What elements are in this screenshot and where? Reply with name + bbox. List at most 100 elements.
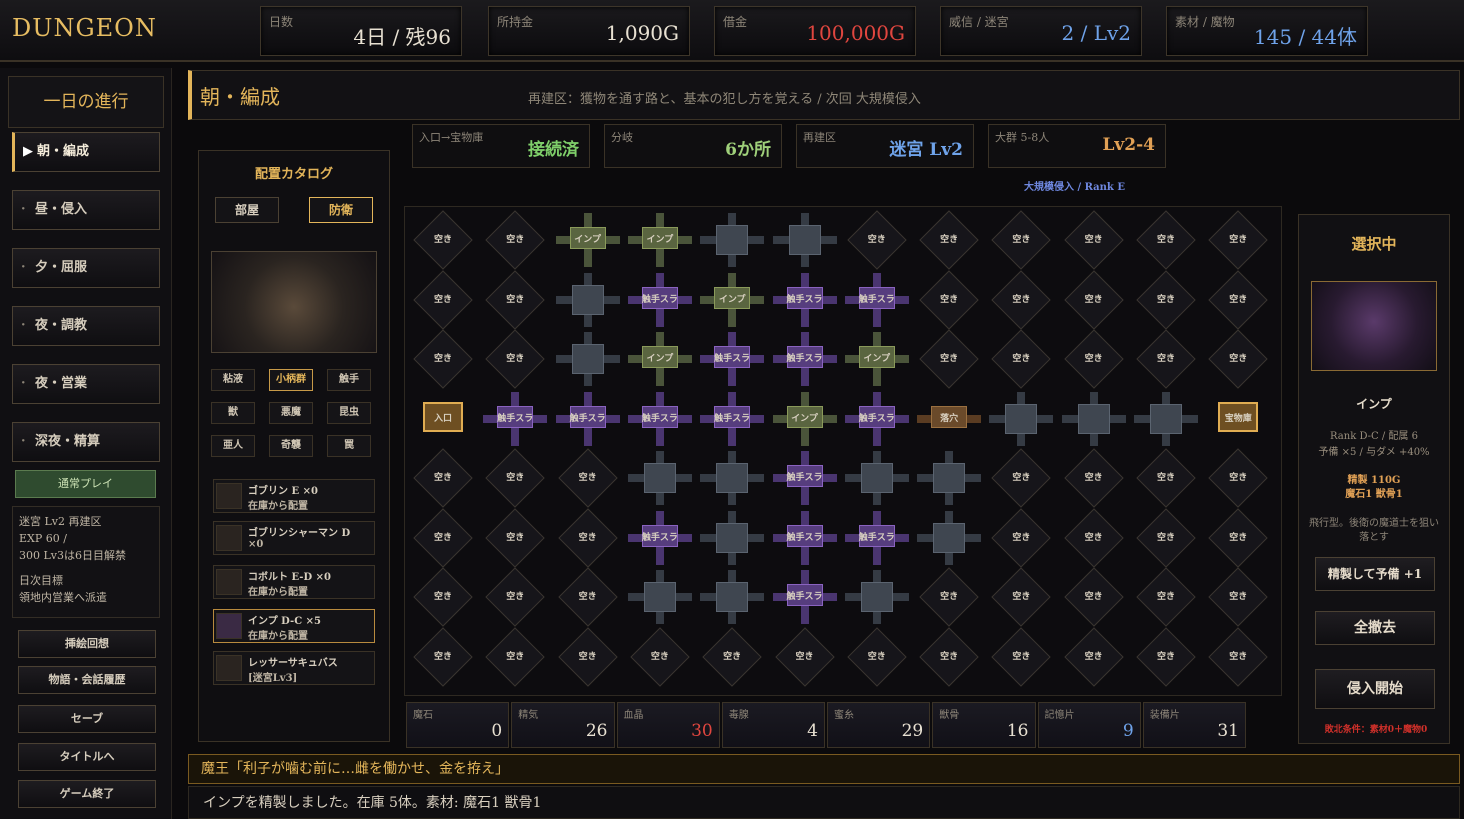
- grid-cell-empty[interactable]: 空き: [700, 626, 764, 687]
- grid-cell-empty[interactable]: 空き: [556, 448, 620, 508]
- filter-tentacle[interactable]: 触手: [327, 369, 371, 391]
- grid-cell-empty[interactable]: 空き: [989, 448, 1053, 508]
- grid-cell-tent[interactable]: 触手スラ: [627, 391, 692, 446]
- grid-cell-empty[interactable]: 空き: [1134, 329, 1198, 389]
- grid-cell-room[interactable]: [844, 570, 909, 624]
- grid-cell-empty[interactable]: 空き: [989, 567, 1053, 627]
- tab-rooms[interactable]: 部屋: [215, 197, 279, 223]
- clear-all-button[interactable]: 全撤去: [1315, 611, 1435, 645]
- grid-cell-empty[interactable]: 空き: [1134, 626, 1198, 687]
- filter-trap[interactable]: 罠: [327, 435, 371, 457]
- grid-cell-empty[interactable]: 空き: [1134, 567, 1198, 627]
- grid-cell-tent[interactable]: 触手スラ: [772, 451, 837, 505]
- grid-cell-tent[interactable]: 触手スラ: [700, 391, 765, 446]
- grid-cell-empty[interactable]: 空き: [1062, 507, 1126, 568]
- grid-cell-tent[interactable]: 触手スラ: [844, 510, 909, 565]
- grid-cell-empty[interactable]: 空き: [917, 210, 981, 270]
- grid-cell-tent[interactable]: 触手スラ: [772, 510, 837, 565]
- grid-cell-empty[interactable]: 空き: [483, 507, 547, 568]
- grid-cell-room[interactable]: [1134, 391, 1198, 446]
- grid-cell-tent[interactable]: 触手スラ: [844, 391, 909, 446]
- nav-evening-submission[interactable]: · 夕・屈服: [12, 248, 160, 288]
- catalog-item-goblin[interactable]: ゴブリン E ×0 在庫から配置: [213, 479, 375, 513]
- grid-cell-empty[interactable]: 空き: [989, 269, 1053, 330]
- grid-cell-room[interactable]: [917, 510, 982, 565]
- grid-cell-room[interactable]: [627, 451, 692, 505]
- grid-cell-tent[interactable]: 触手スラ: [555, 391, 620, 446]
- grid-cell-empty[interactable]: 空き: [483, 448, 547, 508]
- grid-cell-ent[interactable]: 入口: [411, 392, 475, 446]
- grid-cell-empty[interactable]: 空き: [1062, 269, 1126, 330]
- grid-cell-tent[interactable]: 触手スラ: [483, 391, 548, 446]
- grid-cell-treas[interactable]: 宝物庫: [1206, 392, 1270, 446]
- grid-cell-tent[interactable]: 触手スラ: [772, 272, 837, 327]
- grid-cell-empty[interactable]: 空き: [411, 210, 475, 270]
- quit-button[interactable]: ゲーム終了: [18, 780, 156, 808]
- grid-cell-empty[interactable]: 空き: [1134, 210, 1198, 270]
- grid-cell-empty[interactable]: 空き: [1206, 626, 1270, 687]
- filter-ambush[interactable]: 奇襲: [269, 435, 313, 457]
- nav-night-training[interactable]: · 夜・調教: [12, 306, 160, 346]
- grid-cell-empty[interactable]: 空き: [845, 626, 909, 687]
- filter-demihuman[interactable]: 亜人: [211, 435, 255, 457]
- grid-cell-imp[interactable]: インプ: [700, 272, 765, 327]
- grid-cell-empty[interactable]: 空き: [1062, 567, 1126, 627]
- catalog-item-kobold[interactable]: コボルト E-D ×0 在庫から配置: [213, 565, 375, 599]
- catalog-item-imp[interactable]: インプ D-C ×5 在庫から配置: [213, 609, 375, 643]
- grid-cell-imp[interactable]: インプ: [844, 332, 909, 386]
- grid-cell-room[interactable]: [700, 213, 765, 267]
- grid-cell-room[interactable]: [700, 570, 765, 624]
- mode-button[interactable]: 通常プレイ: [15, 470, 156, 498]
- nav-morning-formation[interactable]: ▶ 朝・編成: [12, 132, 160, 172]
- title-button[interactable]: タイトルへ: [18, 743, 156, 771]
- grid-cell-empty[interactable]: 空き: [1134, 507, 1198, 568]
- grid-cell-room[interactable]: [700, 510, 765, 565]
- grid-cell-empty[interactable]: 空き: [556, 626, 620, 687]
- save-button[interactable]: セーブ: [18, 705, 156, 733]
- grid-cell-empty[interactable]: 空き: [411, 448, 475, 508]
- grid-cell-room[interactable]: [627, 570, 692, 624]
- grid-cell-empty[interactable]: 空き: [411, 567, 475, 627]
- grid-cell-empty[interactable]: 空き: [411, 626, 475, 687]
- grid-cell-empty[interactable]: 空き: [989, 507, 1053, 568]
- grid-cell-empty[interactable]: 空き: [1062, 329, 1126, 389]
- start-invasion-button[interactable]: 侵入開始: [1315, 669, 1435, 709]
- grid-cell-empty[interactable]: 空き: [483, 626, 547, 687]
- catalog-item-goblin-shaman[interactable]: ゴブリンシャーマン D ×0: [213, 521, 375, 555]
- grid-cell-empty[interactable]: 空き: [989, 626, 1053, 687]
- grid-cell-room[interactable]: [989, 391, 1054, 446]
- history-button[interactable]: 物語・会話履歴: [18, 666, 156, 694]
- gallery-button[interactable]: 挿絵回想: [18, 630, 156, 658]
- grid-cell-empty[interactable]: 空き: [917, 269, 981, 330]
- filter-demon[interactable]: 悪魔: [269, 402, 313, 424]
- grid-cell-empty[interactable]: 空き: [483, 210, 547, 270]
- grid-cell-empty[interactable]: 空き: [411, 269, 475, 330]
- grid-cell-empty[interactable]: 空き: [556, 507, 620, 568]
- catalog-item-lesser-succubus[interactable]: レッサーサキュバス [迷宮Lv3]: [213, 651, 375, 685]
- grid-cell-empty[interactable]: 空き: [483, 329, 547, 389]
- filter-insect[interactable]: 昆虫: [327, 402, 371, 424]
- tab-defense[interactable]: 防衛: [309, 197, 373, 223]
- grid-cell-room[interactable]: [555, 332, 620, 386]
- grid-cell-room[interactable]: [555, 272, 620, 327]
- grid-cell-empty[interactable]: 空き: [917, 626, 981, 687]
- grid-cell-imp[interactable]: インプ: [627, 332, 692, 386]
- grid-cell-tent[interactable]: 触手スラ: [700, 332, 765, 386]
- grid-cell-empty[interactable]: 空き: [628, 626, 692, 687]
- grid-cell-trap[interactable]: 落穴: [917, 392, 982, 446]
- grid-cell-tent[interactable]: 触手スラ: [627, 510, 692, 565]
- filter-slime[interactable]: 粘液: [211, 369, 255, 391]
- grid-cell-empty[interactable]: 空き: [773, 626, 837, 687]
- grid-cell-empty[interactable]: 空き: [1206, 567, 1270, 627]
- grid-cell-empty[interactable]: 空き: [1134, 269, 1198, 330]
- grid-cell-empty[interactable]: 空き: [556, 567, 620, 627]
- grid-cell-room[interactable]: [917, 451, 982, 505]
- grid-cell-tent[interactable]: 触手スラ: [844, 272, 909, 327]
- nav-midnight-settlement[interactable]: · 深夜・精算: [12, 422, 160, 462]
- grid-cell-empty[interactable]: 空き: [845, 210, 909, 270]
- refine-button[interactable]: 精製して予備 +1: [1315, 557, 1435, 591]
- grid-cell-empty[interactable]: 空き: [411, 329, 475, 389]
- grid-cell-room[interactable]: [1061, 391, 1126, 446]
- nav-noon-invasion[interactable]: · 昼・侵入: [12, 190, 160, 230]
- grid-cell-tent[interactable]: 触手スラ: [772, 332, 837, 386]
